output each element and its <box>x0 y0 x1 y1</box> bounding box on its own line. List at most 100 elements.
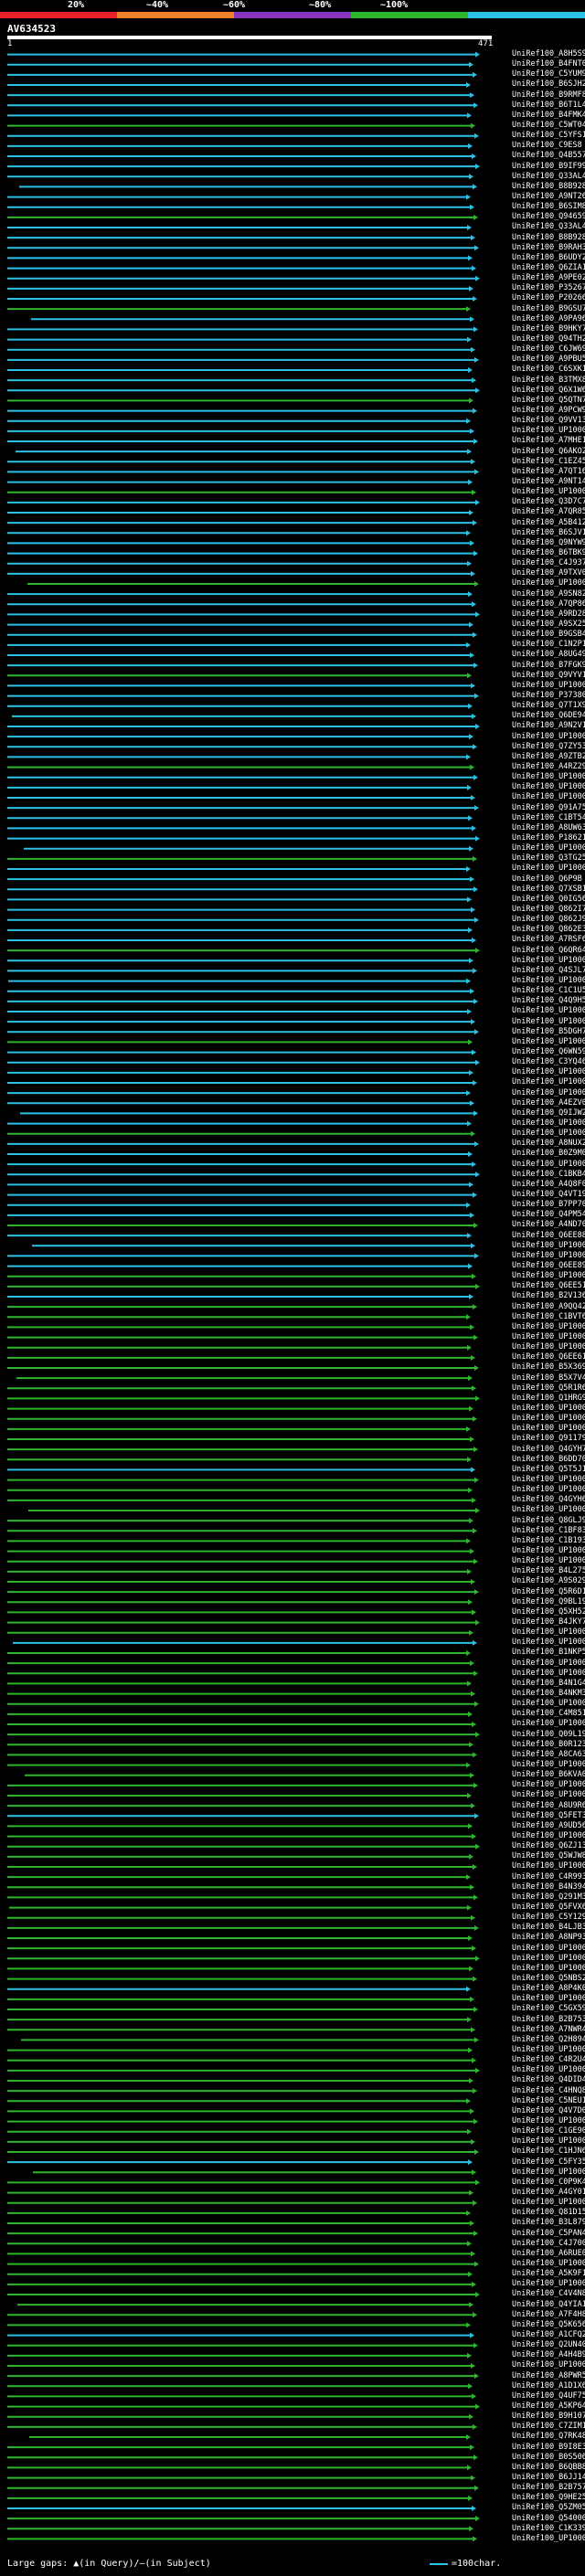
hit-label[interactable]: UniRef100_UP1000... <box>512 1699 585 1708</box>
hit-label[interactable]: UniRef100_UP1000... <box>512 2045 585 2054</box>
hit-label[interactable]: UniRef100_B6DD70 <box>512 1455 585 1464</box>
hit-label[interactable]: UniRef100_Q4V7D0 <box>512 2106 585 2115</box>
hit-label[interactable]: UniRef100_UP1000... <box>512 2534 585 2543</box>
hit-label[interactable]: UniRef100_UP1000... <box>512 681 585 690</box>
hit-label[interactable]: UniRef100_B7PP70 <box>512 1200 585 1209</box>
hit-label[interactable]: UniRef100_C1EZ45 <box>512 457 585 466</box>
hit-label[interactable]: UniRef100_Q6X1W6 <box>512 386 585 395</box>
hit-label[interactable]: UniRef100_C7ZIM1 <box>512 2422 585 2431</box>
hit-label[interactable]: UniRef100_B8B928 <box>512 233 585 242</box>
hit-label[interactable]: UniRef100_UP1000... <box>512 1556 585 1565</box>
hit-label[interactable]: UniRef100_A4RZ29 <box>512 762 585 771</box>
hit-label[interactable]: UniRef100_UP1000... <box>512 1994 585 2003</box>
hit-label[interactable]: UniRef100_C4J700 <box>512 2239 585 2248</box>
hit-label[interactable]: UniRef100_UP1000... <box>512 1006 585 1015</box>
hit-label[interactable]: UniRef100_Q91A75 <box>512 803 585 812</box>
hit-label[interactable]: UniRef100_A7QP86 <box>512 599 585 609</box>
hit-label[interactable]: UniRef100_A9PBU5 <box>512 355 585 364</box>
hit-label[interactable]: UniRef100_A1CFQ2 <box>512 2330 585 2339</box>
hit-label[interactable]: UniRef100_UP1000... <box>512 782 585 791</box>
hit-label[interactable]: UniRef100_C1BF83 <box>512 1526 585 1535</box>
hit-label[interactable]: UniRef100_C5YUM9 <box>512 69 585 79</box>
hit-label[interactable]: UniRef100_A9PCW9 <box>512 406 585 415</box>
hit-label[interactable]: UniRef100_B4N394 <box>512 1882 585 1892</box>
hit-label[interactable]: UniRef100_UP1000... <box>512 1659 585 1668</box>
hit-label[interactable]: UniRef100_UP1000... <box>512 1485 585 1494</box>
hit-label[interactable]: UniRef100_B5X369 <box>512 1362 585 1372</box>
hit-label[interactable]: UniRef100_C0P9K4 <box>512 2178 585 2187</box>
hit-label[interactable]: UniRef100_UP1000... <box>512 2279 585 2288</box>
hit-label[interactable]: UniRef100_UP1000... <box>512 1017 585 1026</box>
hit-label[interactable]: UniRef100_UP1000... <box>512 1414 585 1423</box>
hit-label[interactable]: UniRef100_UP1000... <box>512 1037 585 1046</box>
hit-label[interactable]: UniRef100_Q7RK48 <box>512 2432 585 2441</box>
hit-label[interactable]: UniRef100_Q33AL4 <box>512 172 585 181</box>
hit-label[interactable]: UniRef100_A9QQ42 <box>512 1302 585 1311</box>
hit-label[interactable]: UniRef100_Q5FVX6 <box>512 1903 585 1912</box>
hit-label[interactable]: UniRef100_Q862E3 <box>512 925 585 934</box>
hit-label[interactable]: UniRef100_UP1000... <box>512 1505 585 1514</box>
hit-label[interactable]: UniRef100_Q5R1R6 <box>512 1383 585 1393</box>
hit-label[interactable]: UniRef100_UP1000... <box>512 1719 585 1728</box>
hit-label[interactable]: UniRef100_Q6AKO2 <box>512 447 585 456</box>
hit-label[interactable]: UniRef100_B6SJH2 <box>512 80 585 89</box>
hit-label[interactable]: UniRef100_UP1000... <box>512 772 585 781</box>
hit-label[interactable]: UniRef100_B0R123 <box>512 1740 585 1749</box>
hit-label[interactable]: UniRef100_Q91179 <box>512 1434 585 1443</box>
hit-label[interactable]: UniRef100_A9UD56 <box>512 1821 585 1830</box>
hit-label[interactable]: UniRef100_B6QBB8 <box>512 2463 585 2472</box>
hit-label[interactable]: UniRef100_A9S029 <box>512 1576 585 1585</box>
hit-label[interactable]: UniRef100_Q4DID4 <box>512 2075 585 2084</box>
hit-label[interactable]: UniRef100_P20266 <box>512 293 585 302</box>
hit-label[interactable]: UniRef100_B6KVA0 <box>512 1770 585 1779</box>
hit-label[interactable]: UniRef100_UP1000... <box>512 1861 585 1871</box>
hit-label[interactable]: UniRef100_Q6QR64 <box>512 946 585 955</box>
hit-label[interactable]: UniRef100_UP1000... <box>512 2136 585 2146</box>
hit-label[interactable]: UniRef100_A7QR85 <box>512 507 585 516</box>
hit-label[interactable]: UniRef100_A5K9F1 <box>512 2269 585 2278</box>
hit-label[interactable]: UniRef100_Q7ZY53 <box>512 742 585 751</box>
hit-label[interactable]: UniRef100_B0S506 <box>512 2453 585 2462</box>
hit-label[interactable]: UniRef100_C1GE90 <box>512 2126 585 2136</box>
hit-label[interactable]: UniRef100_Q6ZIA1 <box>512 263 585 272</box>
hit-label[interactable]: UniRef100_A8NP93 <box>512 1933 585 1942</box>
hit-label[interactable]: UniRef100_UP1000... <box>512 1077 585 1087</box>
hit-label[interactable]: UniRef100_Q291M3 <box>512 1892 585 1902</box>
hit-label[interactable]: UniRef100_UP1000... <box>512 1424 585 1433</box>
hit-label[interactable]: UniRef100_Q4B557 <box>512 151 585 160</box>
hit-label[interactable]: UniRef100_Q81D15 <box>512 2208 585 2217</box>
hit-label[interactable]: UniRef100_UP1000... <box>512 1129 585 1138</box>
hit-label[interactable]: UniRef100_B6TBK9 <box>512 548 585 557</box>
hit-label[interactable]: UniRef100_UP1000... <box>512 843 585 853</box>
hit-label[interactable]: UniRef100_C4HNQ8 <box>512 2086 585 2095</box>
hit-label[interactable]: UniRef100_P18621 <box>512 833 585 843</box>
hit-label[interactable]: UniRef100_UP1000... <box>512 2116 585 2125</box>
hit-label[interactable]: UniRef100_Q5XH52 <box>512 1607 585 1617</box>
hit-label[interactable]: UniRef100_A4EZV0 <box>512 1098 585 1108</box>
hit-label[interactable]: UniRef100_UP1000... <box>512 2360 585 2369</box>
hit-label[interactable]: UniRef100_C4R2U4 <box>512 2055 585 2064</box>
hit-label[interactable]: UniRef100_B9GSU7 <box>512 304 585 313</box>
hit-label[interactable]: UniRef100_A7MHE1 <box>512 436 585 445</box>
hit-label[interactable]: UniRef100_UP1000... <box>512 578 585 588</box>
hit-label[interactable]: UniRef100_UP1000... <box>512 1342 585 1352</box>
hit-label[interactable]: UniRef100_Q5ZM05 <box>512 2503 585 2512</box>
hit-label[interactable]: UniRef100_B5X7V4 <box>512 1373 585 1383</box>
hit-label[interactable]: UniRef100_Q7XSB1 <box>512 885 585 894</box>
hit-label[interactable]: UniRef100_A4H4B9 <box>512 2350 585 2359</box>
hit-label[interactable]: UniRef100_Q4Q9H5 <box>512 996 585 1005</box>
hit-label[interactable]: UniRef100_A9NT14 <box>512 477 585 486</box>
hit-label[interactable]: UniRef100_A8H5S9 <box>512 49 585 58</box>
hit-label[interactable]: UniRef100_P37380 <box>512 691 585 700</box>
hit-label[interactable]: UniRef100_B9I8E3 <box>512 2443 585 2452</box>
hit-label[interactable]: UniRef100_C6JW69 <box>512 345 585 354</box>
hit-label[interactable]: UniRef100_UP1000... <box>512 426 585 435</box>
hit-label[interactable]: UniRef100_C1C1U5 <box>512 986 585 995</box>
hit-label[interactable]: UniRef100_B5DGH7 <box>512 1027 585 1036</box>
hit-label[interactable]: UniRef100_C5FY35 <box>512 2157 585 2167</box>
hit-label[interactable]: UniRef100_UP1000... <box>512 2065 585 2074</box>
hit-label[interactable]: UniRef100_B6UDY2 <box>512 253 585 262</box>
hit-label[interactable]: UniRef100_C1N2P1 <box>512 640 585 649</box>
hit-label[interactable]: UniRef100_C1BVT6 <box>512 1312 585 1321</box>
hit-label[interactable]: UniRef100_Q54000 <box>512 2514 585 2523</box>
